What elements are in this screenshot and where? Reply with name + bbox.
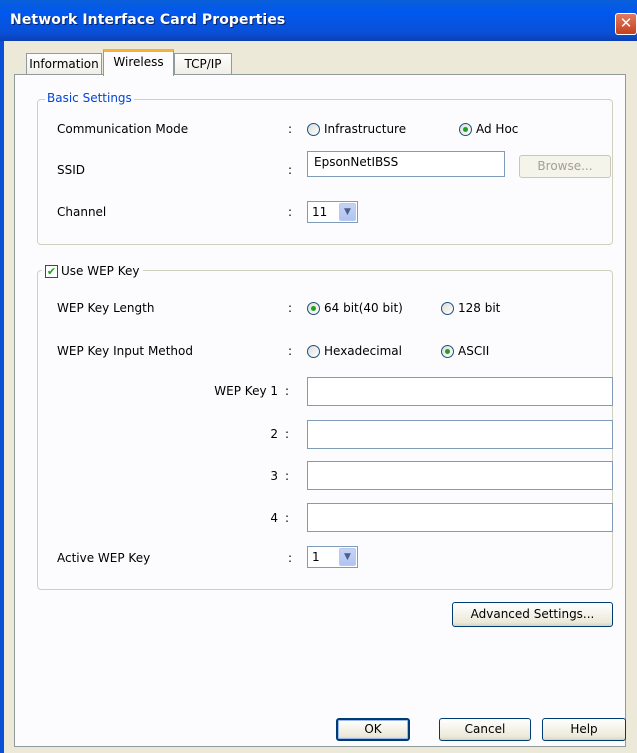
cancel-button[interactable]: Cancel <box>439 718 531 741</box>
radio-selected-icon <box>459 122 472 136</box>
colon: : <box>285 469 290 483</box>
hexadecimal-radio[interactable]: Hexadecimal <box>307 344 402 358</box>
128-bit-label: 128 bit <box>458 301 501 315</box>
channel-label: Channel <box>57 205 107 219</box>
radio-selected-icon <box>307 301 320 315</box>
colon: : <box>288 205 293 219</box>
colon: : <box>288 301 293 315</box>
colon: : <box>288 163 293 177</box>
ad-hoc-radio[interactable]: Ad Hoc <box>459 122 518 136</box>
colon: : <box>285 384 290 398</box>
wep-key-2-label: 2 <box>270 427 278 441</box>
wep-key-3-label: 3 <box>270 469 278 483</box>
infrastructure-radio[interactable]: Infrastructure <box>307 122 406 136</box>
wep-key-1-label: WEP Key 1 <box>214 384 278 398</box>
radio-selected-icon <box>441 344 454 358</box>
128-bit-radio[interactable]: 128 bit <box>441 301 500 315</box>
title-bar: Network Interface Card Properties ✕ <box>0 0 637 41</box>
wep-key-2-input[interactable] <box>307 420 613 449</box>
window-frame-left <box>0 41 4 753</box>
active-wep-key-label: Active WEP Key <box>57 551 151 565</box>
colon: : <box>285 427 290 441</box>
use-wep-checkbox-row[interactable]: ✔ Use WEP Key <box>42 264 143 278</box>
ad-hoc-label: Ad Hoc <box>476 122 519 136</box>
channel-select[interactable]: 11 ▼ <box>307 201 358 223</box>
ascii-label: ASCII <box>458 344 490 358</box>
help-button[interactable]: Help <box>542 718 626 741</box>
basic-settings-label: Basic Settings <box>45 91 134 105</box>
radio-circle-icon <box>441 301 454 315</box>
window-title: Network Interface Card Properties <box>10 12 286 28</box>
tab-information[interactable]: Information <box>26 53 102 76</box>
active-wep-key-value: 1 <box>312 550 320 564</box>
hexadecimal-label: Hexadecimal <box>324 344 402 358</box>
ssid-input[interactable]: EpsonNetIBSS <box>307 151 505 177</box>
colon: : <box>288 122 293 136</box>
advanced-settings-button[interactable]: Advanced Settings... <box>452 602 613 627</box>
colon: : <box>288 551 293 565</box>
wep-key-4-input[interactable] <box>307 503 613 532</box>
infrastructure-label: Infrastructure <box>324 122 407 136</box>
wep-input-method-label: WEP Key Input Method <box>57 344 193 358</box>
wireless-tab-panel: Basic Settings Communication Mode : Infr… <box>14 74 626 747</box>
colon: : <box>288 344 293 358</box>
wep-key-3-input[interactable] <box>307 461 613 490</box>
ascii-radio[interactable]: ASCII <box>441 344 489 358</box>
colon: : <box>285 511 290 525</box>
wep-key-length-label: WEP Key Length <box>57 301 155 315</box>
ssid-label: SSID <box>57 163 86 177</box>
use-wep-label: Use WEP Key <box>61 264 140 278</box>
channel-value: 11 <box>312 205 328 219</box>
communication-mode-label: Communication Mode <box>57 122 189 136</box>
64-bit-radio[interactable]: 64 bit(40 bit) <box>307 301 403 315</box>
chevron-down-icon: ▼ <box>339 548 356 566</box>
properties-window: Network Interface Card Properties ✕ Info… <box>0 0 637 753</box>
close-icon[interactable]: ✕ <box>615 13 637 35</box>
tab-wireless[interactable]: Wireless <box>103 49 174 76</box>
ok-button[interactable]: OK <box>336 718 410 741</box>
radio-circle-icon <box>307 122 320 136</box>
active-wep-key-select[interactable]: 1 ▼ <box>307 546 358 568</box>
wep-key-1-input[interactable] <box>307 377 613 406</box>
chevron-down-icon: ▼ <box>339 203 356 221</box>
use-wep-checkbox[interactable]: ✔ <box>45 264 58 278</box>
browse-button[interactable]: Browse... <box>519 155 611 178</box>
radio-circle-icon <box>307 344 320 358</box>
tab-tcpip[interactable]: TCP/IP <box>174 53 232 76</box>
wep-key-4-label: 4 <box>270 511 278 525</box>
64-bit-label: 64 bit(40 bit) <box>324 301 403 315</box>
